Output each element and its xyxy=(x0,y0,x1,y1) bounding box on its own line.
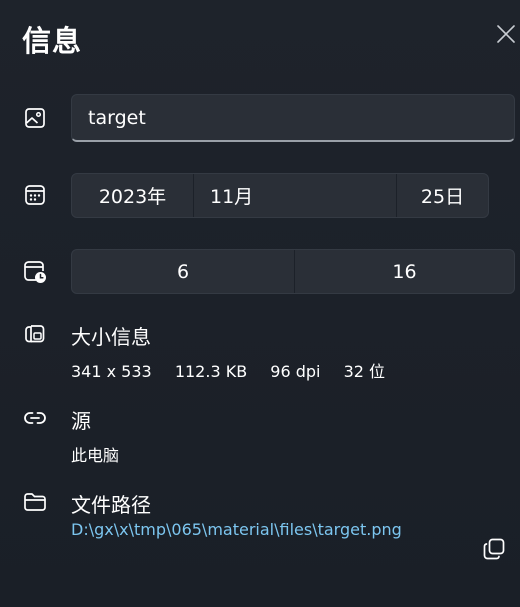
date-day-selector[interactable]: 25日 xyxy=(397,174,488,217)
time-minute-selector[interactable]: 16 xyxy=(295,250,514,293)
time-hour-selector[interactable]: 6 xyxy=(72,250,295,293)
name-input-value: target xyxy=(88,106,146,129)
date-picker: 2023年 11月 25日 xyxy=(71,173,489,218)
date-month-selector[interactable]: 11月 xyxy=(194,174,397,217)
info-panel: 信息 target 2023年 11月 25日 6 16 大小信息 341 x … xyxy=(0,0,520,607)
file-size: 112.3 KB xyxy=(174,362,248,381)
source-value: 此电脑 xyxy=(71,446,120,465)
link-icon xyxy=(22,405,48,431)
bit-depth: 32 位 xyxy=(343,362,386,381)
close-icon xyxy=(496,24,516,48)
calendar-icon xyxy=(22,182,48,208)
close-button[interactable] xyxy=(492,22,520,50)
size-info-label: 大小信息 xyxy=(71,325,151,349)
image-dpi: 96 dpi xyxy=(270,362,321,381)
folder-icon xyxy=(22,489,48,515)
image-icon xyxy=(22,105,48,131)
size-info-values: 341 x 533 112.3 KB 96 dpi 32 位 xyxy=(71,358,403,382)
image-dimensions: 341 x 533 xyxy=(71,362,152,381)
time-picker: 6 16 xyxy=(71,249,515,294)
image-size-icon xyxy=(22,321,48,347)
file-path-link[interactable]: D:\gx\x\tmp\065\material\files\target.pn… xyxy=(71,520,402,539)
calendar-clock-icon xyxy=(22,259,48,285)
copy-icon xyxy=(481,536,507,566)
copy-path-button[interactable] xyxy=(480,537,508,565)
date-year-selector[interactable]: 2023年 xyxy=(72,174,194,217)
source-label: 源 xyxy=(71,409,91,433)
name-input[interactable]: target xyxy=(71,94,515,142)
page-title: 信息 xyxy=(22,24,83,58)
file-path-label: 文件路径 xyxy=(71,493,151,517)
